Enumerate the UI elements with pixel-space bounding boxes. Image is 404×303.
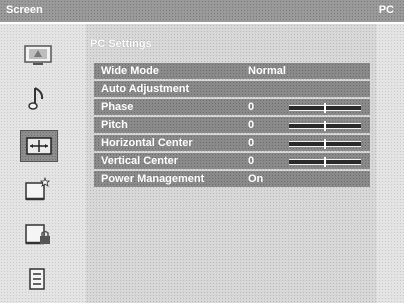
menu-header: Screen PC xyxy=(0,0,404,24)
horizontal-center-slider[interactable] xyxy=(289,139,361,149)
setting-value: Normal xyxy=(248,65,286,77)
lock-icon xyxy=(25,224,50,245)
setting-row-pitch[interactable]: Pitch 0 xyxy=(94,117,370,133)
setup-list-icon xyxy=(29,268,45,290)
sidebar-item-sound[interactable] xyxy=(20,84,56,114)
category-sidebar xyxy=(0,24,80,303)
sidebar-item-setup[interactable] xyxy=(20,264,56,294)
setting-value: On xyxy=(248,173,264,185)
slider-marker xyxy=(324,103,326,113)
setting-value: 0 xyxy=(248,137,255,149)
setting-label: Horizontal Center xyxy=(101,137,193,149)
setting-label: Auto Adjustment xyxy=(101,83,190,95)
slider-marker xyxy=(324,157,326,167)
setting-label: Wide Mode xyxy=(101,65,159,77)
setting-row-phase[interactable]: Phase 0 xyxy=(94,99,370,115)
sidebar-item-screen[interactable] xyxy=(20,130,58,162)
setting-label: Pitch xyxy=(101,119,128,131)
setting-value: 0 xyxy=(248,155,255,167)
setting-row-wide-mode[interactable]: Wide Mode Normal xyxy=(94,63,370,79)
setting-row-vertical-center[interactable]: Vertical Center 0 xyxy=(94,153,370,169)
sound-note-icon xyxy=(28,87,44,110)
pitch-slider[interactable] xyxy=(289,121,361,131)
setting-label: Phase xyxy=(101,101,134,113)
settings-list: Wide Mode Normal Auto Adjustment Phase 0… xyxy=(94,63,370,189)
setting-label: Vertical Center xyxy=(101,155,179,167)
phase-slider[interactable] xyxy=(289,103,361,113)
picture-icon xyxy=(24,45,52,65)
vertical-center-slider[interactable] xyxy=(289,157,361,167)
setting-row-horizontal-center[interactable]: Horizontal Center 0 xyxy=(94,135,370,151)
setting-row-auto-adjustment[interactable]: Auto Adjustment xyxy=(94,81,370,97)
sidebar-item-features[interactable] xyxy=(20,174,56,204)
screen-adjust-icon xyxy=(26,137,52,155)
features-icon xyxy=(25,176,50,201)
setting-row-power-management[interactable]: Power Management On xyxy=(94,171,370,187)
slider-marker xyxy=(324,121,326,131)
input-source-label: PC xyxy=(378,4,394,16)
menu-title: Screen xyxy=(6,4,43,16)
sidebar-item-picture[interactable] xyxy=(20,40,56,70)
slider-marker xyxy=(324,139,326,149)
osd-menu: Screen PC PC Settings Wide Mode Normal A… xyxy=(0,0,404,303)
sidebar-item-lock[interactable] xyxy=(20,220,56,250)
setting-label: Power Management xyxy=(101,173,205,185)
setting-value: 0 xyxy=(248,119,255,131)
setting-value: 0 xyxy=(248,101,255,113)
section-title: PC Settings xyxy=(90,38,152,50)
